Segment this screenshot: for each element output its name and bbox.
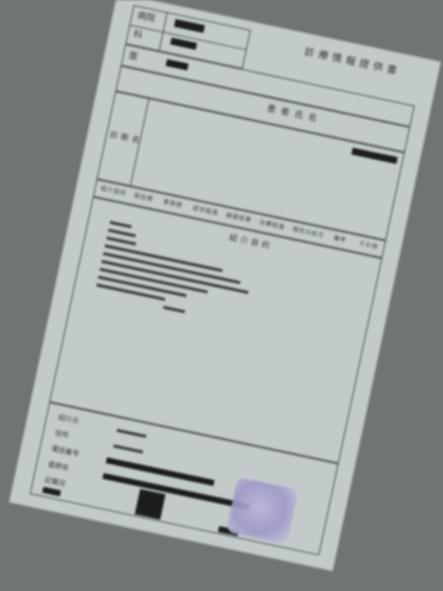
document-title: 診療情報提供書: [303, 46, 402, 78]
redacted-doctor-block: [134, 488, 166, 520]
photo-frame: 病院 科 診療情報提供書 医 患者氏名 診断名 紹介目的 既往歴 家族歴 症状経…: [0, 0, 443, 591]
header-label-2: 科: [132, 29, 144, 42]
header-label-3: 医: [127, 51, 139, 63]
document-sheet: 病院 科 診療情報提供書 医 患者氏名 診断名 紹介目的 既往歴 家族歴 症状経…: [9, 0, 441, 571]
